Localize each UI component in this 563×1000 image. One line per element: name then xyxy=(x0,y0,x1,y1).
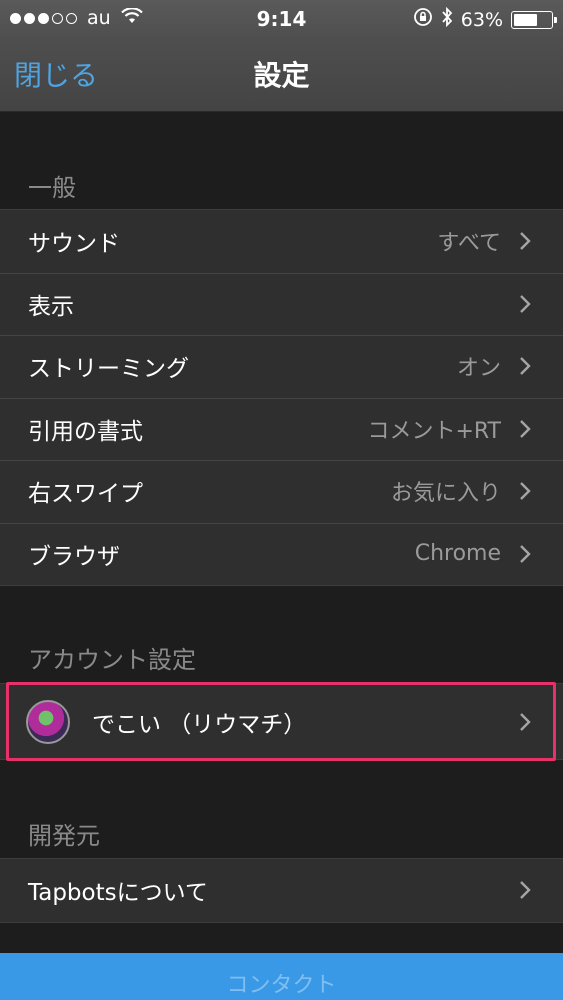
row-label: サウンド xyxy=(28,231,120,258)
row-value: お気に入り xyxy=(390,481,501,507)
battery-icon xyxy=(511,10,557,29)
account-name: でこい （リウマチ） xyxy=(92,711,307,738)
section-header-general: 一般 xyxy=(28,174,76,202)
row-about-tapbots[interactable]: Tapbotsについて xyxy=(0,859,563,922)
row-browser[interactable]: ブラウザ Chrome xyxy=(0,522,563,586)
navigation-bar: 閉じる 設定 xyxy=(0,40,563,112)
chevron-right-icon xyxy=(519,879,533,901)
row-label: 引用の書式 xyxy=(28,418,143,445)
row-display[interactable]: 表示 xyxy=(0,272,563,336)
chevron-right-icon xyxy=(519,543,533,565)
battery-percent: 63% xyxy=(460,8,503,31)
row-label: Tapbotsについて xyxy=(28,880,208,907)
chevron-right-icon xyxy=(519,418,533,440)
status-bar: au 9:14 63% xyxy=(0,0,563,40)
chevron-right-icon xyxy=(519,293,533,315)
account-row[interactable]: でこい （リウマチ） xyxy=(0,684,563,759)
orientation-lock-icon xyxy=(413,7,433,32)
bluetooth-icon xyxy=(441,6,453,32)
row-value: すべて xyxy=(437,231,501,257)
row-label: ブラウザ xyxy=(28,543,120,570)
row-value: オン xyxy=(456,356,501,382)
account-settings-group: でこい （リウマチ） xyxy=(0,683,563,760)
row-quote-format[interactable]: 引用の書式 コメント+RT xyxy=(0,397,563,461)
developer-group: Tapbotsについて xyxy=(0,858,563,923)
chevron-right-icon xyxy=(519,480,533,502)
row-right-swipe[interactable]: 右スワイプ お気に入り xyxy=(0,460,563,523)
row-label: 表示 xyxy=(28,293,74,320)
section-header-account: アカウント設定 xyxy=(28,646,196,674)
general-settings-group: サウンド すべて 表示 ストリーミング オン 引用の書式 コメント+RT 右スワ… xyxy=(0,209,563,586)
contact-button[interactable]: コンタクト xyxy=(0,953,563,1000)
chevron-right-icon xyxy=(519,230,533,252)
row-label: ストリーミング xyxy=(28,356,189,383)
page-title: 設定 xyxy=(253,59,310,92)
row-label: 右スワイプ xyxy=(28,481,143,508)
row-streaming[interactable]: ストリーミング オン xyxy=(0,335,563,398)
avatar xyxy=(26,699,70,744)
row-sound[interactable]: サウンド すべて xyxy=(0,210,563,273)
chevron-right-icon xyxy=(519,355,533,377)
chevron-right-icon xyxy=(519,711,533,733)
row-value: Chrome xyxy=(414,541,501,567)
row-value: コメント+RT xyxy=(367,418,501,444)
section-header-developer: 開発元 xyxy=(28,822,100,850)
